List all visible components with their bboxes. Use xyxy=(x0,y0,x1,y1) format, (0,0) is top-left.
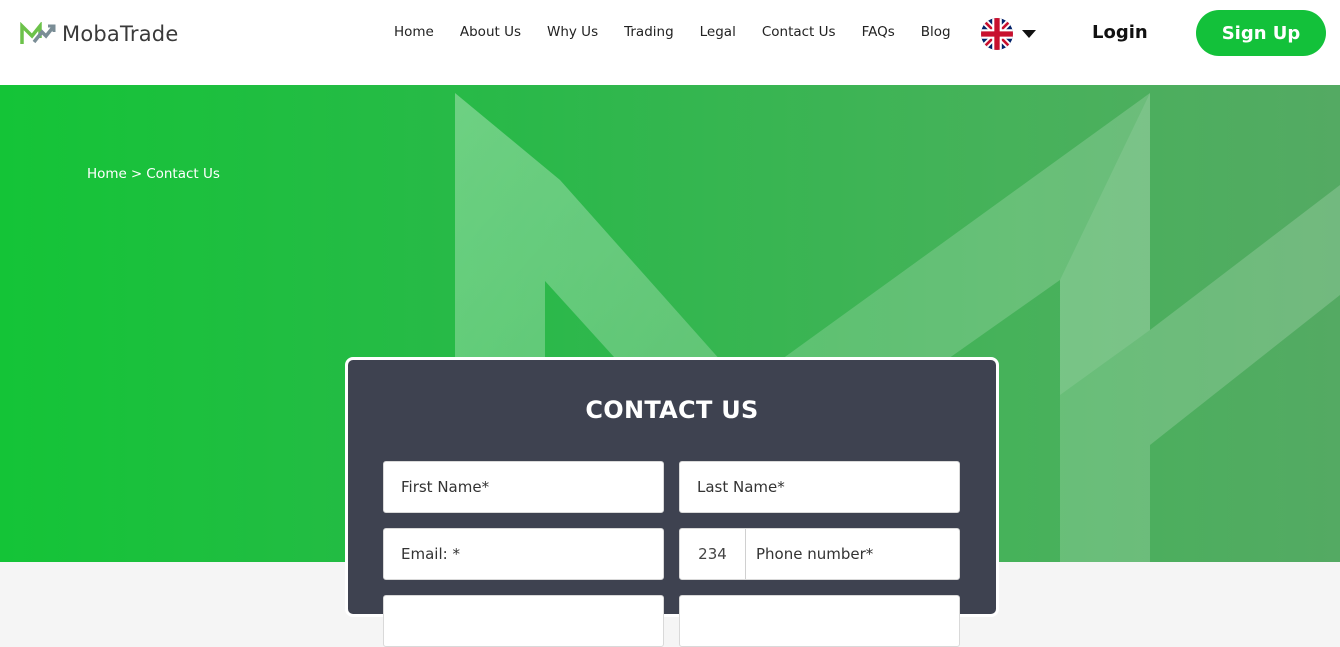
nav-blog[interactable]: Blog xyxy=(921,24,951,40)
site-header: MobaTrade Home About Us Why Us Trading L… xyxy=(0,0,1340,85)
breadcrumb: Home > Contact Us xyxy=(87,166,220,182)
language-selector[interactable] xyxy=(981,17,1041,51)
first-name-field-wrapper xyxy=(383,461,664,513)
uk-flag-icon xyxy=(981,18,1013,50)
nav-home[interactable]: Home xyxy=(394,24,434,40)
nav-about-us[interactable]: About Us xyxy=(460,24,521,40)
nav-trading[interactable]: Trading xyxy=(624,24,674,40)
nav-why-us[interactable]: Why Us xyxy=(547,24,598,40)
logo-text: MobaTrade xyxy=(62,22,179,46)
first-name-field[interactable] xyxy=(384,462,663,512)
nav-contact-us[interactable]: Contact Us xyxy=(762,24,836,40)
form-field-row3-right[interactable] xyxy=(679,595,960,647)
logo-icon xyxy=(20,22,56,44)
nav-faqs[interactable]: FAQs xyxy=(862,24,895,40)
email-field[interactable] xyxy=(384,529,663,579)
last-name-field[interactable] xyxy=(680,462,959,512)
email-field-wrapper xyxy=(383,528,664,580)
phone-field-wrapper: 234 xyxy=(679,528,960,580)
main-nav: Home About Us Why Us Trading Legal Conta… xyxy=(394,22,977,42)
signup-button[interactable]: Sign Up xyxy=(1196,10,1326,56)
breadcrumb-current: Contact Us xyxy=(146,166,220,182)
chevron-down-icon xyxy=(1022,30,1036,38)
nav-legal[interactable]: Legal xyxy=(700,24,736,40)
logo[interactable]: MobaTrade xyxy=(20,20,178,48)
phone-country-code[interactable]: 234 xyxy=(680,529,746,579)
contact-form-card: CONTACT US 234 xyxy=(345,357,999,647)
form-field-row3-left[interactable] xyxy=(383,595,664,647)
login-button[interactable]: Login xyxy=(1092,22,1148,43)
contact-form-title: CONTACT US xyxy=(585,396,759,424)
breadcrumb-home[interactable]: Home xyxy=(87,166,127,182)
last-name-field-wrapper xyxy=(679,461,960,513)
breadcrumb-separator: > xyxy=(130,166,143,182)
phone-field[interactable] xyxy=(746,529,959,579)
